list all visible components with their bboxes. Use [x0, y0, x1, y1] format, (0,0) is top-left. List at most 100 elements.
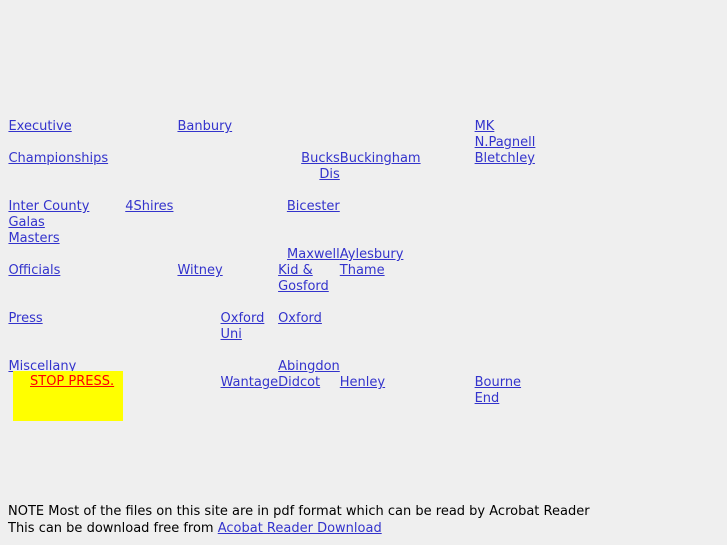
link-thame[interactable]: Thame: [340, 263, 385, 278]
spacer-cell: [0, 295, 727, 311]
link-executive[interactable]: Executive: [8, 119, 71, 134]
link-banbury[interactable]: Banbury: [177, 119, 232, 134]
spacer-cell: [535, 151, 727, 183]
link-witney[interactable]: Witney: [177, 263, 222, 278]
link-bletchley[interactable]: Bletchley: [475, 151, 535, 166]
spacer-cell: [177, 375, 220, 407]
cell-championships: Championships: [8, 151, 125, 183]
link-inter-county-galas[interactable]: Inter County Galas: [8, 199, 89, 230]
link-press[interactable]: Press: [8, 311, 42, 326]
link-4shires[interactable]: 4Shires: [125, 199, 173, 214]
spacer-cell: [0, 375, 8, 407]
spacer-cell: [535, 199, 727, 231]
link-layout-table: Executive Banbury MK N.Pagnell Champions…: [0, 119, 727, 407]
link-acrobat-reader-download[interactable]: Acobat Reader Download: [218, 521, 382, 536]
spacer-cell: [535, 247, 727, 263]
spacer-cell: [475, 311, 536, 343]
table-row-spacer: [0, 343, 727, 359]
cell-masters: Masters: [8, 231, 125, 247]
link-maxwell[interactable]: Maxwell: [287, 247, 340, 262]
spacer-cell: [221, 151, 279, 183]
cell-bletchley: Bletchley: [475, 151, 536, 183]
stop-press-box: STOP PRESS.: [13, 371, 123, 421]
cell-npagnell: N.Pagnell: [475, 135, 536, 151]
cell-wantage: Wantage: [221, 375, 279, 407]
spacer-cell: [177, 135, 220, 151]
link-oxford-uni[interactable]: Oxford Uni: [221, 311, 265, 342]
spacer-cell: [8, 135, 125, 151]
cell-4shires: 4Shires: [125, 199, 220, 231]
spacer-cell: [421, 199, 475, 231]
link-mk[interactable]: MK: [475, 119, 495, 134]
spacer-cell: [421, 247, 475, 263]
link-bucks-dis[interactable]: Bucks Dis: [301, 151, 340, 182]
cell-buckingham: Buckingham: [340, 151, 421, 183]
footer-line-2: This can be download free from Acobat Re…: [8, 520, 718, 537]
footer-line-1: NOTE Most of the files on this site are …: [8, 504, 590, 519]
footer-line-2-prefix: This can be download free from: [8, 521, 218, 536]
spacer-cell: [421, 311, 475, 343]
link-didcot[interactable]: Didcot: [278, 375, 320, 390]
spacer-cell: [475, 359, 536, 375]
spacer-cell: [125, 135, 177, 151]
link-stop-press[interactable]: STOP PRESS.: [30, 374, 114, 390]
spacer-cell: [535, 263, 727, 295]
table-row: Maxwell Aylesbury: [0, 247, 727, 263]
spacer-cell: [221, 135, 279, 151]
link-championships[interactable]: Championships: [8, 151, 108, 166]
spacer-cell: [0, 183, 727, 199]
spacer-cell: [475, 247, 536, 263]
spacer-cell: [0, 263, 8, 295]
spacer-cell: [340, 359, 421, 375]
link-abingdon[interactable]: Abingdon: [278, 359, 340, 374]
spacer-cell: [0, 135, 8, 151]
cell-didcot: Didcot: [278, 375, 340, 407]
table-row: Inter County Galas 4Shires Bicester: [0, 199, 727, 231]
spacer-cell: [421, 263, 475, 295]
spacer-cell: [0, 119, 8, 135]
cell-oxford-uni: Oxford Uni: [221, 311, 279, 343]
link-aylesbury[interactable]: Aylesbury: [340, 247, 404, 262]
table-row: Championships Bucks Dis Buckingham Bletc…: [0, 151, 727, 183]
link-masters[interactable]: Masters: [8, 231, 59, 246]
spacer-cell: [125, 359, 278, 375]
cell-kid-gosford: Kid & Gosford: [278, 263, 340, 295]
link-kid-and-gosford[interactable]: Kid & Gosford: [278, 263, 329, 294]
cell-abingdon: Abingdon: [278, 359, 340, 375]
link-oxford[interactable]: Oxford: [278, 311, 322, 326]
spacer-cell: [177, 311, 220, 343]
spacer-cell: [421, 135, 475, 151]
link-officials[interactable]: Officials: [8, 263, 60, 278]
spacer-cell: [0, 311, 8, 343]
cell-bucks-dis: Bucks Dis: [278, 151, 340, 183]
link-buckingham[interactable]: Buckingham: [340, 151, 421, 166]
link-wantage[interactable]: Wantage: [221, 375, 279, 390]
cell-thame: Thame: [340, 263, 421, 295]
cell-henley: Henley: [340, 375, 421, 407]
spacer-cell: [177, 151, 220, 183]
spacer-cell: [475, 199, 536, 231]
link-henley[interactable]: Henley: [340, 375, 385, 390]
spacer-cell: [125, 263, 177, 295]
cell-inter-county-galas: Inter County Galas: [8, 199, 125, 231]
cell-bourne-end: Bourne End: [475, 375, 536, 407]
spacer-cell: [535, 119, 727, 135]
spacer-cell: [278, 119, 340, 135]
spacer-cell: [421, 359, 475, 375]
link-bicester[interactable]: Bicester: [287, 199, 340, 214]
link-bourne-end[interactable]: Bourne End: [475, 375, 521, 406]
cell-maxwell: Maxwell: [278, 247, 340, 263]
spacer-cell: [0, 359, 8, 375]
cell-bicester: Bicester: [278, 199, 340, 231]
spacer-cell: [125, 231, 727, 247]
table-row-spacer: [0, 183, 727, 199]
spacer-cell: [340, 135, 421, 151]
spacer-cell: [0, 151, 8, 183]
spacer-cell: [221, 199, 279, 231]
link-n-pagnell[interactable]: N.Pagnell: [475, 135, 536, 150]
cell-witney: Witney: [177, 263, 278, 295]
cell-press: Press: [8, 311, 125, 343]
cell-aylesbury: Aylesbury: [340, 247, 421, 263]
cell-executive: Executive: [8, 119, 125, 135]
spacer-cell: [475, 263, 536, 295]
